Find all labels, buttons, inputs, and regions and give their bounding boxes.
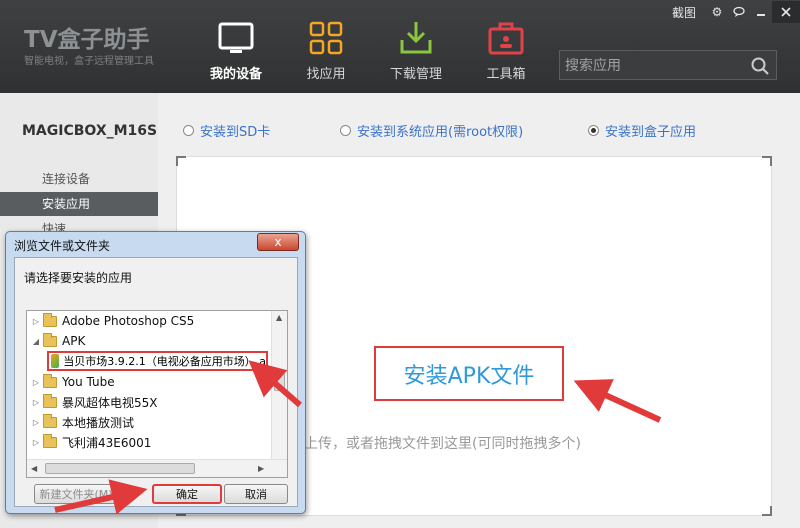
- annotation-arrows: [54, 360, 662, 515]
- arrow-to-install-button: [573, 379, 662, 423]
- arrow-to-ok-button: [54, 479, 148, 515]
- arrow-to-selected-file: [248, 360, 302, 408]
